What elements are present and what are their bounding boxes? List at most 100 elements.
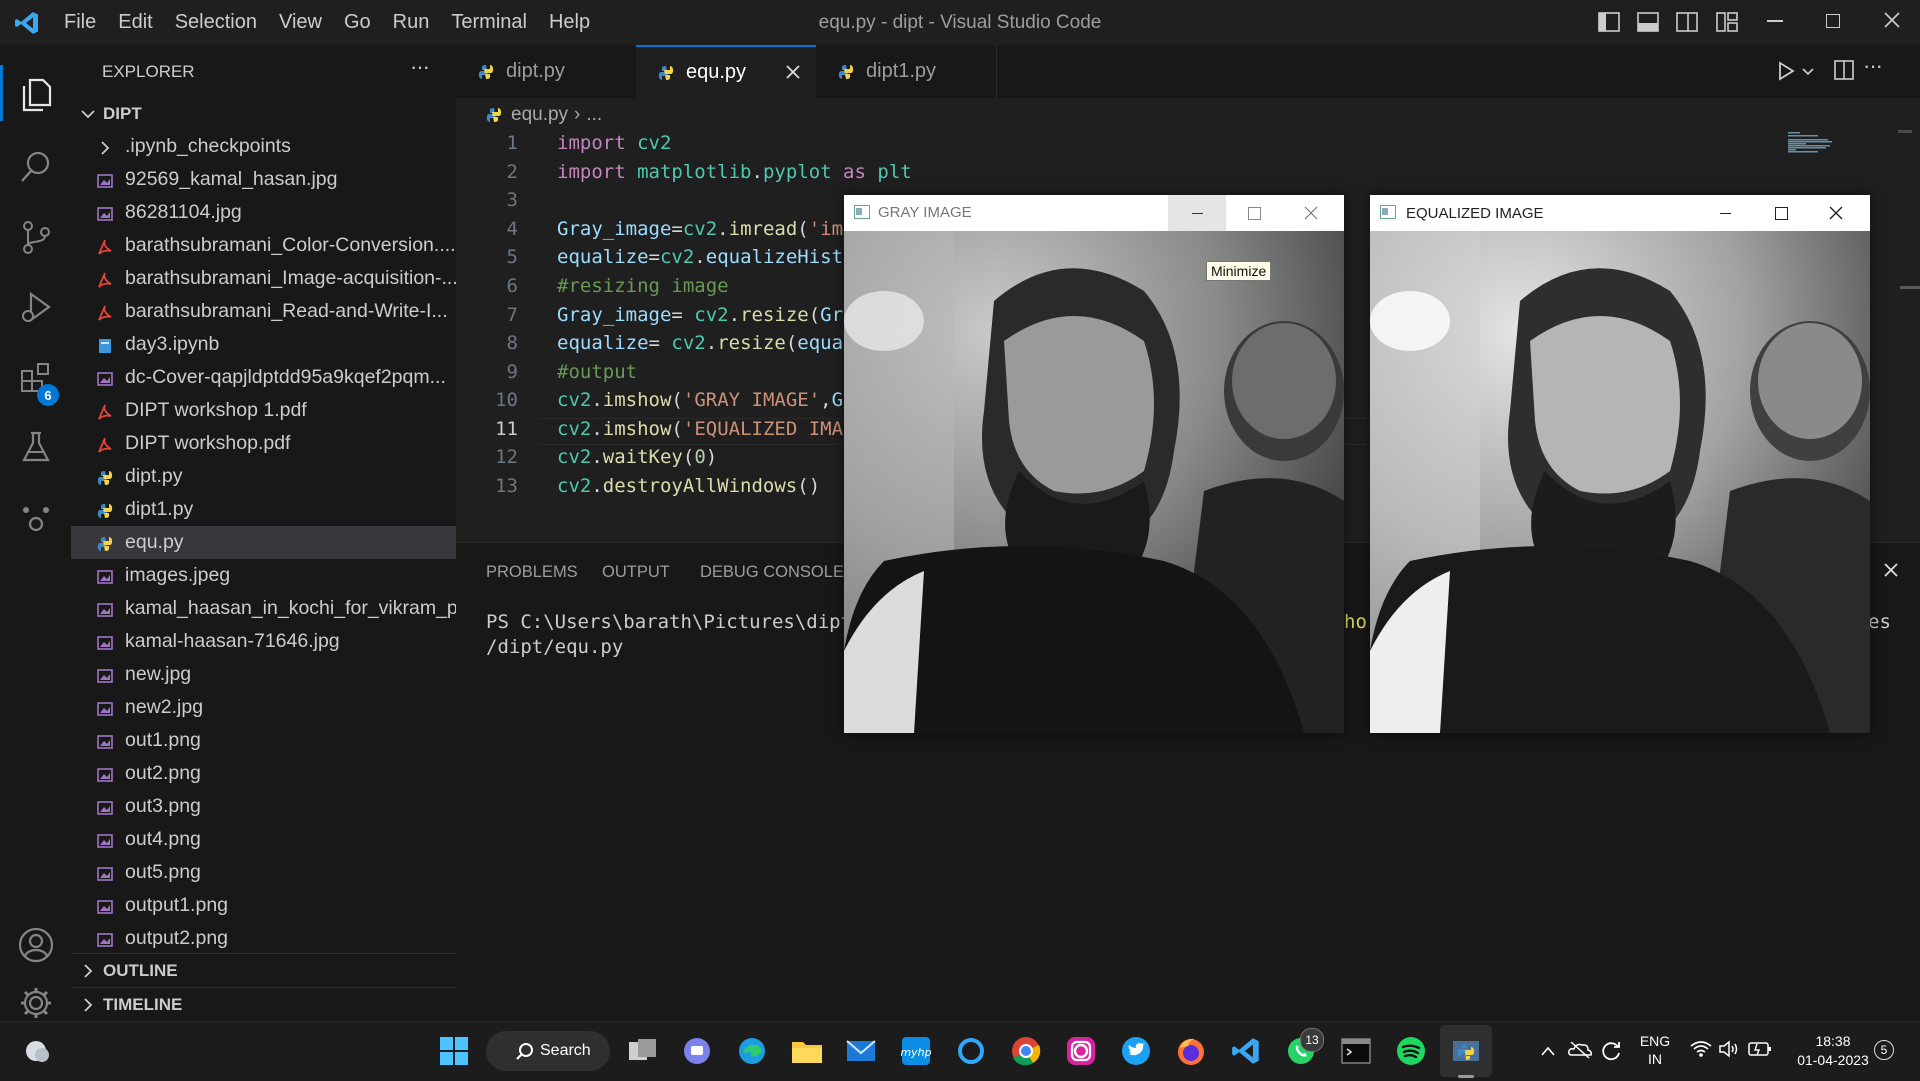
- code-line[interactable]: Gray_image= cv2.resize(Gr: [557, 304, 843, 326]
- tab-dipt1-py[interactable]: dipt1.py: [816, 45, 997, 98]
- file-tree-item[interactable]: .ipynb_checkpoints: [71, 130, 456, 163]
- file-tree-item[interactable]: new2.jpg: [71, 691, 456, 724]
- language-indicator[interactable]: ENG IN: [1638, 1032, 1672, 1068]
- close-tab-icon[interactable]: [784, 63, 802, 81]
- toggle-secondary-sidebar-icon[interactable]: [1676, 12, 1698, 32]
- file-tree-item[interactable]: DIPT workshop.pdf: [71, 427, 456, 460]
- run-file-icon[interactable]: [1776, 61, 1796, 81]
- vscode-taskbar-icon[interactable]: [1229, 1034, 1263, 1068]
- file-tree-item[interactable]: out5.png: [71, 856, 456, 889]
- search-icon[interactable]: [0, 137, 71, 197]
- taskbar-search-box[interactable]: Search: [486, 1031, 610, 1071]
- close-icon[interactable]: [1829, 206, 1843, 220]
- toggle-panel-icon[interactable]: [1637, 12, 1659, 32]
- clock[interactable]: 18:38 01-04-2023: [1786, 1032, 1880, 1070]
- tab-dipt-py[interactable]: dipt.py: [456, 45, 637, 98]
- file-tree-item[interactable]: dipt.py: [71, 460, 456, 493]
- breadcrumb-file[interactable]: equ.py: [511, 104, 568, 126]
- file-tree-item[interactable]: output2.png: [71, 922, 456, 955]
- chrome-icon[interactable]: [1009, 1034, 1043, 1068]
- gray-minimize-button[interactable]: [1168, 195, 1226, 231]
- code-line[interactable]: #output: [557, 361, 637, 383]
- gray-window-titlebar[interactable]: GRAY IMAGE: [844, 195, 1344, 231]
- myhp-icon[interactable]: myhp: [899, 1034, 933, 1068]
- show-hidden-icons-chevron[interactable]: [1540, 1044, 1556, 1056]
- notification-badge[interactable]: 5: [1874, 1040, 1894, 1060]
- accounts-icon[interactable]: [0, 915, 71, 975]
- folder-root-dipt[interactable]: DIPT: [71, 97, 456, 130]
- maximize-icon[interactable]: [1248, 207, 1261, 220]
- edge-browser-icon[interactable]: [735, 1034, 769, 1068]
- code-line[interactable]: cv2.imshow('GRAY IMAGE',G: [557, 389, 843, 411]
- equalized-window-titlebar[interactable]: EQUALIZED IMAGE: [1370, 195, 1870, 231]
- testing-icon[interactable]: [0, 417, 71, 477]
- minimize-window-icon[interactable]: [1767, 20, 1783, 22]
- weather-widget-icon[interactable]: [20, 1034, 54, 1068]
- file-tree-item[interactable]: equ.py: [71, 526, 456, 559]
- file-tree-item[interactable]: dc-Cover-qapjldptdd95a9kqef2pqm...: [71, 361, 456, 394]
- tab-equ-py[interactable]: equ.py: [636, 45, 816, 98]
- explorer-icon[interactable]: [0, 65, 71, 125]
- close-icon[interactable]: [1304, 206, 1318, 220]
- mail-icon[interactable]: [844, 1034, 878, 1068]
- code-line[interactable]: cv2.imshow('EQUALIZED IMA: [557, 418, 843, 440]
- equalized-image-window[interactable]: EQUALIZED IMAGE: [1370, 195, 1870, 733]
- split-editor-icon[interactable]: [1834, 60, 1854, 80]
- minimize-icon[interactable]: [1720, 213, 1731, 214]
- panel-tab-debug-console[interactable]: DEBUG CONSOLE: [700, 563, 844, 582]
- panel-tab-output[interactable]: OUTPUT: [602, 563, 670, 582]
- file-tree-item[interactable]: kamal-haasan-71646.jpg: [71, 625, 456, 658]
- firefox-icon[interactable]: [1174, 1034, 1208, 1068]
- code-line[interactable]: cv2.waitKey(0): [557, 446, 717, 468]
- terminal-command-line[interactable]: /dipt/equ.py: [486, 636, 623, 658]
- code-line[interactable]: #resizing image: [557, 275, 729, 297]
- gray-image-window[interactable]: GRAY IMAGE Minimize: [844, 195, 1344, 733]
- task-view-icon[interactable]: [626, 1034, 660, 1068]
- timeline-section[interactable]: TIMELINE: [71, 987, 456, 1021]
- file-explorer-icon[interactable]: [790, 1034, 824, 1068]
- run-dropdown-chevron-icon[interactable]: [1802, 65, 1814, 77]
- outline-section[interactable]: OUTLINE: [71, 954, 456, 987]
- file-tree-item[interactable]: out4.png: [71, 823, 456, 856]
- onedrive-icon[interactable]: [1568, 1039, 1592, 1059]
- run-debug-icon[interactable]: [0, 277, 71, 337]
- instagram-icon[interactable]: [1064, 1034, 1098, 1068]
- windows-start-icon[interactable]: [437, 1034, 471, 1068]
- teams-chat-icon[interactable]: [680, 1034, 714, 1068]
- code-line[interactable]: import matplotlib.pyplot as plt: [557, 161, 912, 183]
- maximize-icon[interactable]: [1775, 207, 1788, 220]
- sync-icon[interactable]: [1600, 1039, 1622, 1061]
- spotify-icon[interactable]: [1394, 1034, 1428, 1068]
- source-control-icon[interactable]: [0, 207, 71, 267]
- restore-window-icon[interactable]: [1826, 14, 1840, 28]
- file-tree-item[interactable]: 86281104.jpg: [71, 196, 456, 229]
- editor-more-actions-icon[interactable]: ···: [1863, 53, 1883, 79]
- toggle-sidebar-icon[interactable]: [1598, 12, 1620, 32]
- scrollbar-thumb[interactable]: [1898, 130, 1912, 133]
- code-line[interactable]: equalize=cv2.equalizeHist: [557, 246, 843, 268]
- file-tree-item[interactable]: out1.png: [71, 724, 456, 757]
- code-line[interactable]: import cv2: [557, 132, 671, 154]
- file-tree-item[interactable]: images.jpeg: [71, 559, 456, 592]
- file-tree-item[interactable]: DIPT workshop 1.pdf: [71, 394, 456, 427]
- cortana-icon[interactable]: [954, 1034, 988, 1068]
- breadcrumb-symbol[interactable]: ...: [586, 104, 602, 126]
- file-tree-item[interactable]: kamal_haasan_in_kochi_for_vikram_p...: [71, 592, 456, 625]
- close-panel-icon[interactable]: [1882, 561, 1900, 579]
- explorer-more-button[interactable]: ···: [410, 54, 430, 80]
- file-tree-item[interactable]: 92569_kamal_hasan.jpg: [71, 163, 456, 196]
- volume-icon[interactable]: [1718, 1040, 1740, 1058]
- code-line[interactable]: cv2.destroyAllWindows(): [557, 475, 820, 497]
- twitter-icon[interactable]: [1119, 1034, 1153, 1068]
- file-tree-item[interactable]: output1.png: [71, 889, 456, 922]
- terminal-icon[interactable]: [1339, 1034, 1373, 1068]
- file-tree-item[interactable]: dipt1.py: [71, 493, 456, 526]
- python-icon[interactable]: [1449, 1034, 1483, 1068]
- close-window-icon[interactable]: [1882, 10, 1902, 30]
- extensions-icon[interactable]: 6: [0, 348, 71, 408]
- file-tree-item[interactable]: out3.png: [71, 790, 456, 823]
- customize-layout-icon[interactable]: [1716, 12, 1738, 32]
- file-tree-item[interactable]: new.jpg: [71, 658, 456, 691]
- file-tree-item[interactable]: day3.ipynb: [71, 328, 456, 361]
- file-tree-item[interactable]: barathsubramani_Color-Conversion....: [71, 229, 456, 262]
